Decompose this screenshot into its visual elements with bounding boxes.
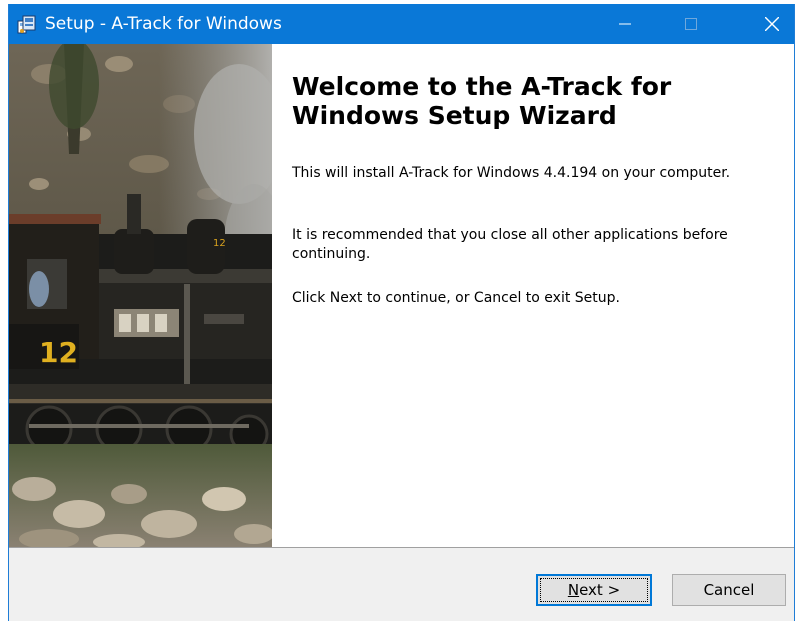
window-title: Setup - A-Track for Windows — [45, 14, 282, 34]
steam-locomotive-image: 12 12 — [9, 44, 272, 547]
setup-app-icon — [17, 14, 37, 34]
install-info-text: This will install A-Track for Windows 4.… — [292, 165, 731, 181]
title-bar[interactable]: Setup - A-Track for Windows — [9, 4, 794, 44]
cancel-button[interactable]: Cancel — [672, 574, 786, 606]
button-bar: Next > Cancel — [9, 548, 794, 621]
continue-instruction-text: Click Next to continue, or Cancel to exi… — [292, 290, 620, 306]
focus-ring — [540, 578, 648, 602]
welcome-heading: Welcome to the A-Track for Windows Setup… — [292, 72, 672, 130]
minimize-button[interactable] — [602, 4, 648, 44]
engine-number: 12 — [39, 336, 78, 369]
maximize-button[interactable] — [668, 4, 714, 44]
next-button[interactable]: Next > — [536, 574, 652, 606]
svg-text:12: 12 — [213, 238, 226, 249]
maximize-icon — [685, 18, 697, 30]
cancel-button-label: Cancel — [703, 581, 755, 599]
close-icon — [765, 17, 779, 31]
close-button[interactable] — [749, 4, 795, 44]
close-apps-text: It is recommended that you close all oth… — [292, 227, 728, 262]
setup-wizard-window: Setup - A-Track for Windows 12 12 Welcom… — [8, 4, 795, 621]
welcome-content: Welcome to the A-Track for Windows Setup… — [272, 44, 794, 547]
minimize-icon — [619, 23, 631, 25]
